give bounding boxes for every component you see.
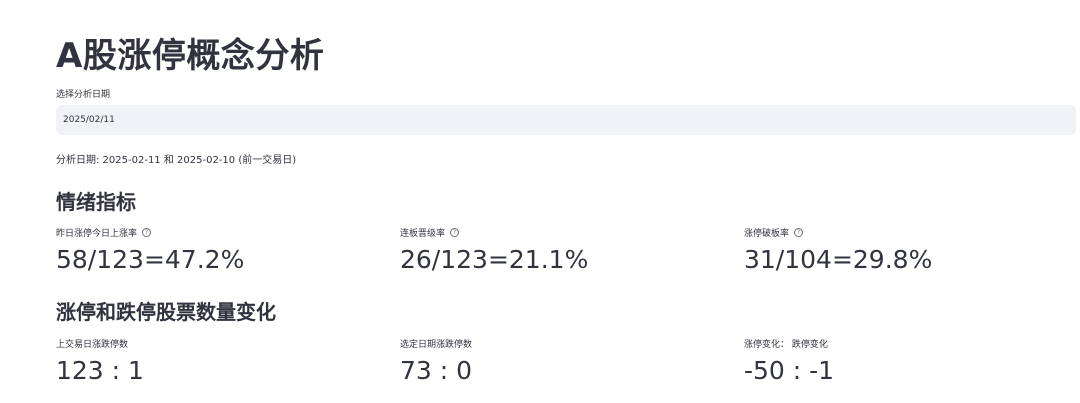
metric-value: -50 : -1 — [744, 356, 835, 385]
limit-change-header: 涨停和跌停股票数量变化 — [56, 300, 276, 324]
metric-label: 涨停变化： 跌停变化 — [744, 339, 828, 350]
metric-label: 连板晋级率 — [400, 228, 446, 239]
analysis-date-note: 分析日期: 2025-02-11 和 2025-02-10 (前一交易日) — [56, 155, 297, 166]
metric-value: 58/123=47.2% — [56, 245, 245, 274]
metric-limit-up-break-rate: 涨停破板率 ? 31/104=29.8% — [744, 225, 1064, 275]
question-circle-icon[interactable]: ? — [794, 227, 804, 237]
metric-prev-day-limit-counts: 上交易日涨跌停数 123 : 1 — [56, 336, 376, 386]
page-title: A股涨停概念分析 — [56, 36, 325, 76]
metric-label: 昨日涨停今日上涨率 — [56, 228, 138, 239]
metric-consecutive-board-rate: 连板晋级率 ? 26/123=21.1% — [400, 225, 720, 275]
metric-value: 31/104=29.8% — [744, 245, 933, 274]
metric-label: 选定日期涨跌停数 — [400, 339, 473, 350]
date-input[interactable]: 2025/02/11 — [56, 105, 1076, 135]
metric-selected-day-limit-counts: 选定日期涨跌停数 73 : 0 — [400, 336, 720, 386]
question-circle-icon[interactable]: ? — [450, 227, 460, 237]
metric-yesterday-limit-up-rise-rate: 昨日涨停今日上涨率 ? 58/123=47.2% — [56, 225, 376, 275]
main-content: A股涨停概念分析 选择分析日期 2025/02/11 分析日期: 2025-02… — [56, 0, 1076, 403]
metric-limit-change: 涨停变化： 跌停变化 -50 : -1 — [744, 336, 1064, 386]
date-input-value: 2025/02/11 — [63, 115, 115, 125]
metric-label: 涨停破板率 — [744, 228, 790, 239]
metric-value: 123 : 1 — [56, 356, 144, 385]
sentiment-header: 情绪指标 — [56, 190, 136, 214]
metric-label: 上交易日涨跌停数 — [56, 339, 129, 350]
metric-value: 26/123=21.1% — [400, 245, 589, 274]
date-picker-label: 选择分析日期 — [56, 90, 111, 100]
question-circle-icon[interactable]: ? — [142, 227, 152, 237]
metric-value: 73 : 0 — [400, 356, 473, 385]
